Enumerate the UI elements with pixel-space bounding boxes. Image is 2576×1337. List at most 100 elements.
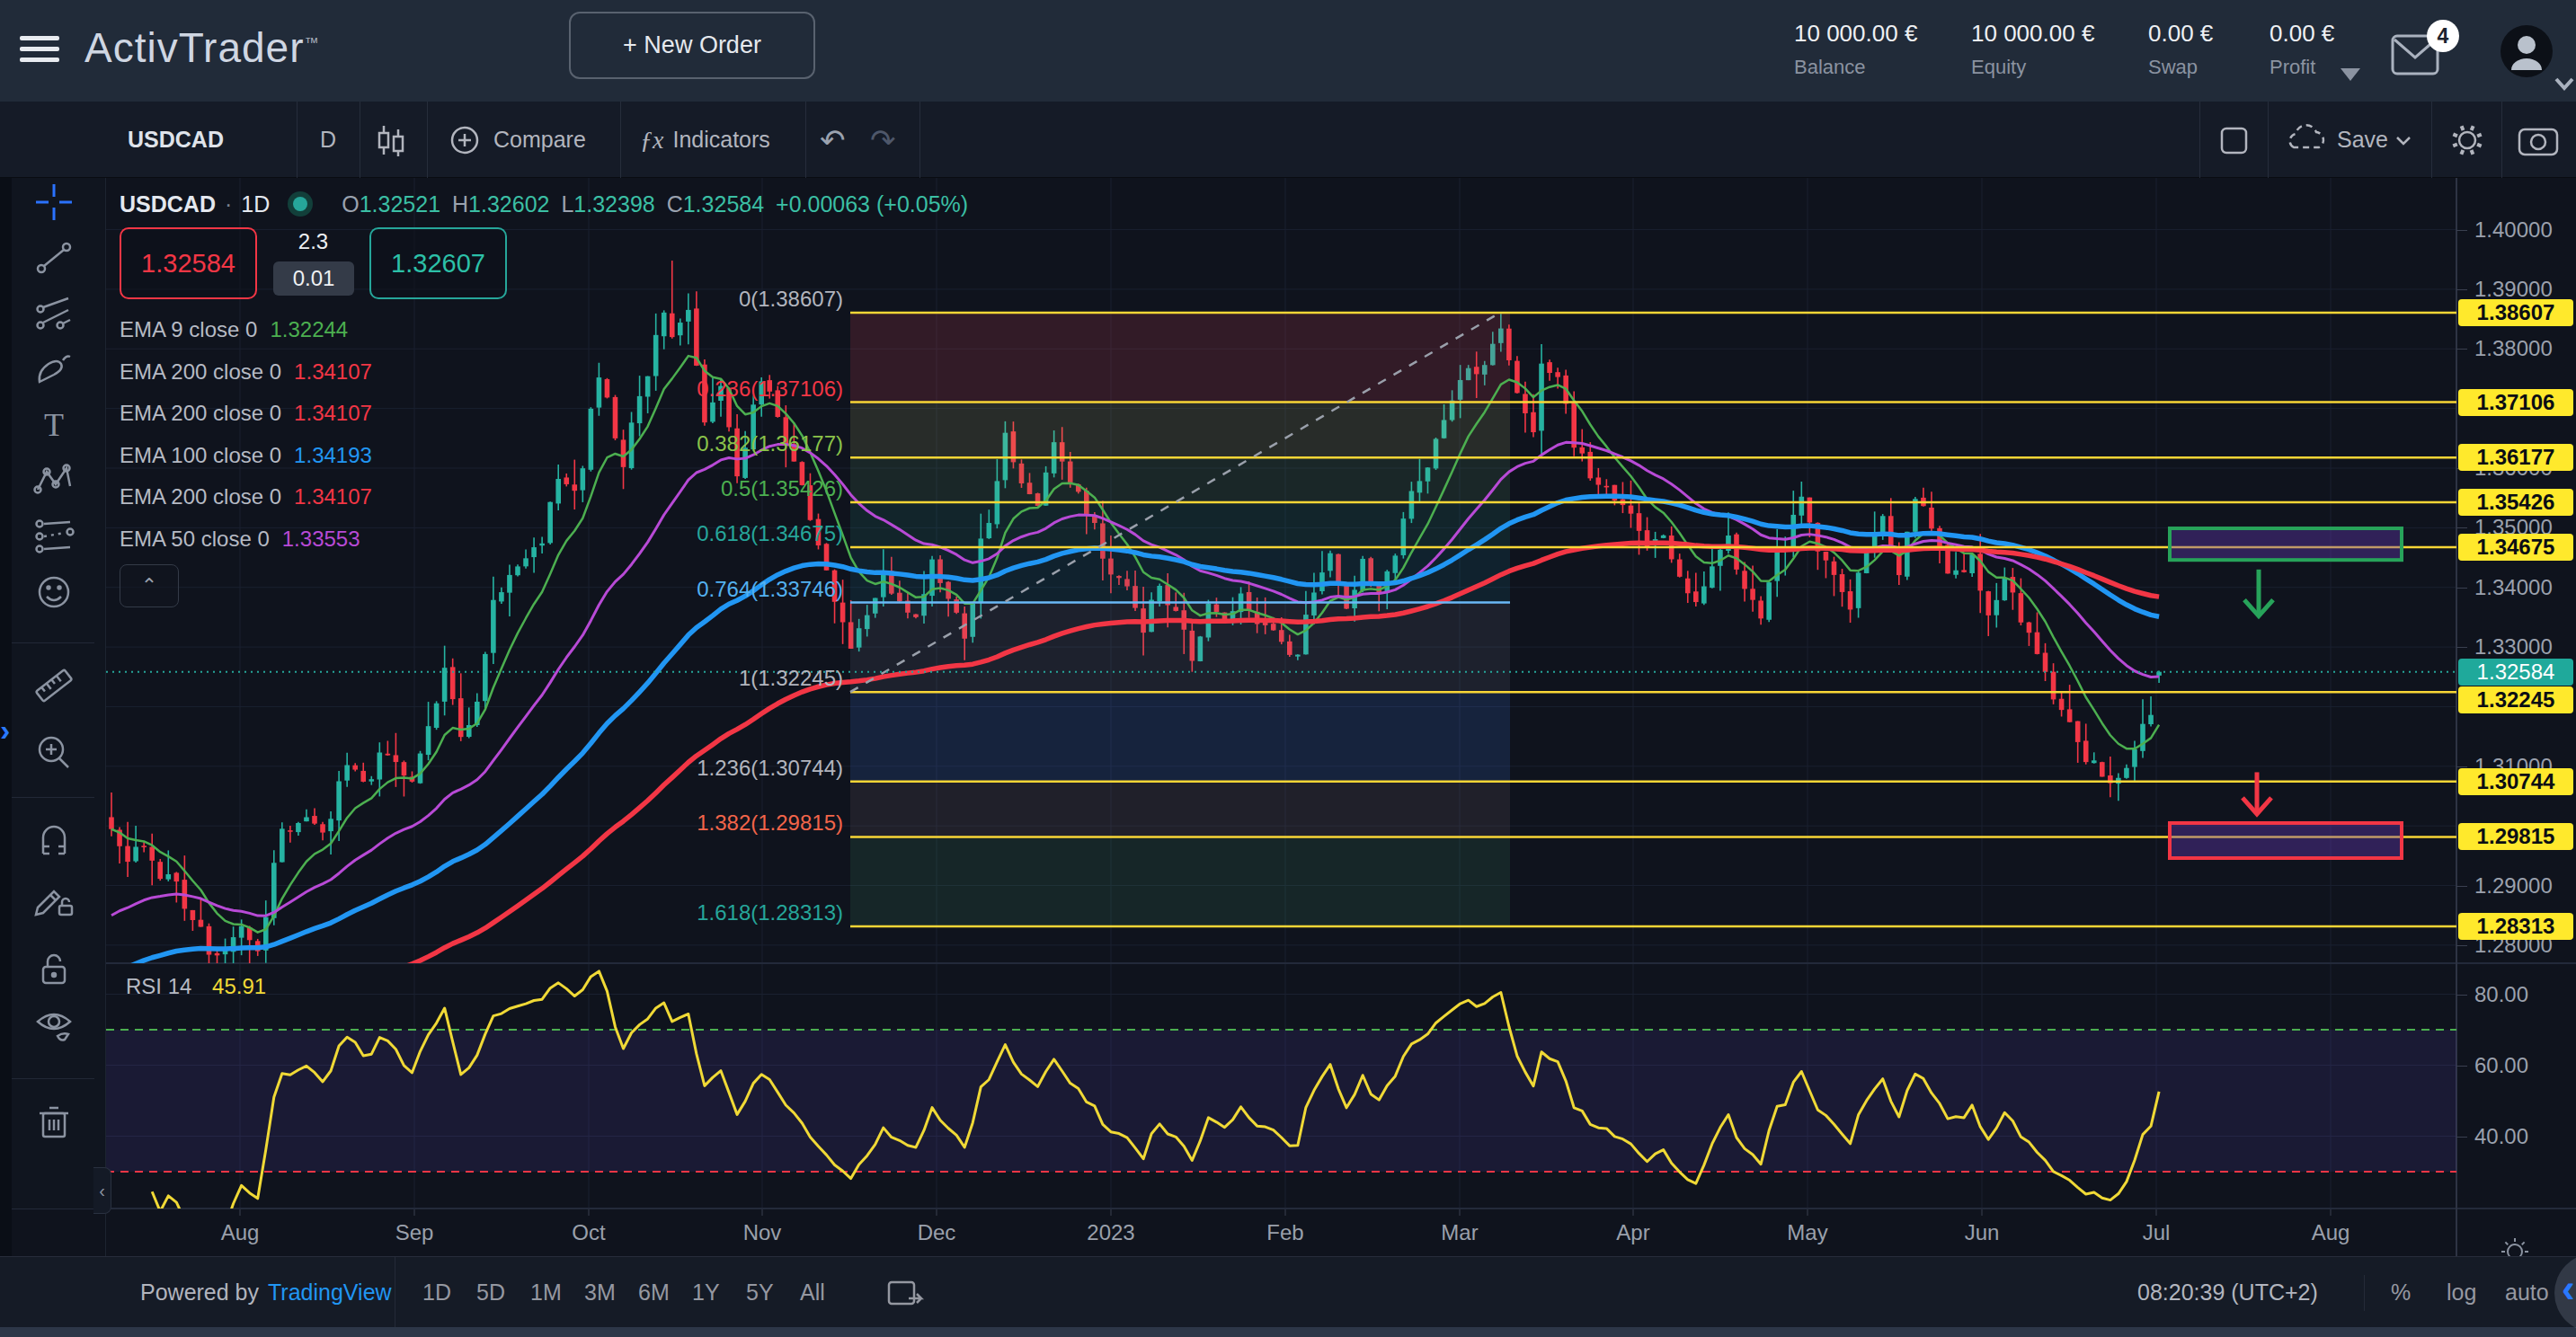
time-axis-label: Apr (1616, 1220, 1649, 1245)
point-value: 0.01 (273, 261, 354, 296)
fib-level-label: 0.236(1.37106) (573, 376, 843, 402)
rsi-legend: RSI 14 45.91 (126, 974, 266, 999)
indicator-row[interactable]: EMA 100 close 01.34193 (120, 443, 372, 468)
percent-scale-button[interactable]: % (2391, 1257, 2411, 1328)
bid-price-box[interactable]: 1.32584 (120, 227, 257, 299)
layout-button[interactable] (2218, 102, 2251, 178)
legend-symbol[interactable]: USDCAD (120, 191, 216, 217)
crosshair-tool[interactable] (32, 181, 76, 227)
fib-price-tag: 1.35426 (2458, 489, 2573, 516)
save-button[interactable]: Save (2283, 102, 2419, 178)
legend-collapse-button[interactable]: ⌃ (120, 564, 179, 607)
menu-icon[interactable] (20, 36, 59, 66)
fib-level-label: 1.618(1.28313) (573, 900, 843, 925)
fib-price-tag: 1.36177 (2458, 444, 2573, 471)
fib-price-tag: 1.32245 (2458, 686, 2573, 713)
app-logo: ActivTrader™ (84, 23, 319, 72)
gear-icon (2447, 120, 2488, 161)
timeframe-3M[interactable]: 3M (584, 1257, 616, 1328)
price-axis-label: 1.39000 (2474, 277, 2553, 302)
tradingview-link[interactable]: TradingView (268, 1279, 392, 1306)
redo-button[interactable]: ↷ (870, 102, 896, 178)
fib-price-tag: 1.29815 (2458, 823, 2573, 850)
fib-level-label: 0.618(1.34675) (573, 521, 843, 546)
pattern-tool[interactable] (32, 459, 76, 506)
legend-separator: · (225, 191, 232, 217)
legend-interval[interactable]: 1D (241, 191, 270, 217)
direction-arrow (2244, 570, 2273, 616)
timeframe-1Y[interactable]: 1Y (692, 1257, 720, 1328)
avatar-caret-icon (2556, 79, 2572, 88)
fib-level-label: 1.236(1.30744) (573, 756, 843, 781)
price-axis-label: 1.29000 (2474, 873, 2553, 899)
lock-all-tool[interactable] (32, 947, 76, 994)
indicator-row[interactable]: EMA 200 close 01.34107 (120, 484, 372, 509)
left-expand-icon[interactable]: › (0, 713, 10, 748)
brush-tool[interactable] (32, 348, 76, 394)
current-price-tag: 1.32584 (2458, 659, 2573, 686)
symbol-button[interactable]: USDCAD (128, 102, 224, 178)
time-axis-label: Aug (2312, 1220, 2350, 1245)
settings-button[interactable] (2447, 102, 2488, 178)
text-tool[interactable]: T (32, 403, 76, 450)
fib-level-label: 1(1.32245) (573, 666, 843, 691)
ask-price-box[interactable]: 1.32607 (369, 227, 507, 299)
zoom-in-tool[interactable] (32, 730, 76, 777)
direction-arrow (2243, 772, 2271, 813)
save-caret-icon (2388, 120, 2419, 160)
magnet-tool[interactable] (32, 818, 76, 864)
time-axis-label: Oct (572, 1220, 605, 1245)
chart-legend: USDCAD · 1D O1.32521 H1.32602 L1.32398 C… (120, 189, 968, 219)
indicators-button[interactable]: ƒxIndicators (640, 102, 770, 178)
indicator-row[interactable]: EMA 9 close 01.32244 (120, 317, 348, 342)
timeframe-6M[interactable]: 6M (638, 1257, 670, 1328)
price-axis-label: 1.38000 (2474, 336, 2553, 361)
indicator-row[interactable]: EMA 50 close 01.33553 (120, 527, 360, 552)
market-status-icon[interactable] (282, 189, 318, 219)
screenshot-button[interactable] (2517, 102, 2562, 178)
compare-button[interactable]: Compare (445, 102, 586, 178)
forecast-tool[interactable] (32, 515, 76, 562)
hide-all-tool[interactable] (32, 1004, 76, 1050)
profit-caret-icon[interactable] (2333, 63, 2369, 84)
timeframe-5Y[interactable]: 5Y (746, 1257, 774, 1328)
draw-lock-tool[interactable] (32, 877, 76, 924)
log-scale-button[interactable]: log (2447, 1257, 2476, 1328)
price-axis[interactable]: 1.400001.390001.380001.360001.350001.340… (2456, 178, 2576, 1256)
auto-scale-button[interactable]: auto (2505, 1257, 2549, 1328)
layout-icon (2218, 120, 2251, 160)
go-to-date-button[interactable] (885, 1257, 925, 1328)
timeframe-All[interactable]: All (800, 1257, 825, 1328)
timeframe-5D[interactable]: 5D (476, 1257, 505, 1328)
indicator-row[interactable]: EMA 200 close 01.34107 (120, 401, 372, 426)
time-axis-label: Jul (2143, 1220, 2171, 1245)
top-bar: ActivTrader™ + New Order 10 000.00 €Bala… (0, 0, 2576, 102)
compare-plus-icon (445, 120, 484, 160)
time-axis-label: Sep (395, 1220, 434, 1245)
rsi-axis-label: 40.00 (2474, 1124, 2528, 1149)
indicator-row[interactable]: EMA 200 close 01.34107 (120, 359, 372, 385)
undo-button[interactable]: ↶ (820, 102, 846, 178)
ruler-tool[interactable] (32, 664, 76, 711)
new-order-button[interactable]: + New Order (569, 12, 815, 79)
emoji-tool[interactable] (32, 571, 76, 617)
time-axis-label: Mar (1441, 1220, 1478, 1245)
avatar[interactable] (2499, 23, 2576, 95)
fib-price-tag: 1.30744 (2458, 768, 2573, 795)
timeframe-1D[interactable]: 1D (422, 1257, 451, 1328)
interval-button[interactable]: D (320, 102, 336, 178)
fib-price-tag: 1.34675 (2458, 534, 2573, 561)
fib-level-label: 0.764(1.33746) (573, 577, 843, 602)
mail-badge: 4 (2427, 20, 2459, 52)
price-axis-label: 1.34000 (2474, 575, 2553, 600)
pitchfork-tool[interactable] (32, 292, 76, 339)
chart-style-button[interactable] (373, 102, 409, 178)
camera-icon (2517, 120, 2562, 160)
delete-tool[interactable] (32, 1099, 76, 1146)
timeframe-1M[interactable]: 1M (530, 1257, 562, 1328)
svg-text:T: T (44, 407, 64, 443)
candles-icon (373, 120, 409, 160)
fib-level-label: 0(1.38607) (573, 287, 843, 312)
sidebar-collapse-tab[interactable]: ‹ (93, 1167, 111, 1214)
trend-line-tool[interactable] (32, 236, 76, 283)
